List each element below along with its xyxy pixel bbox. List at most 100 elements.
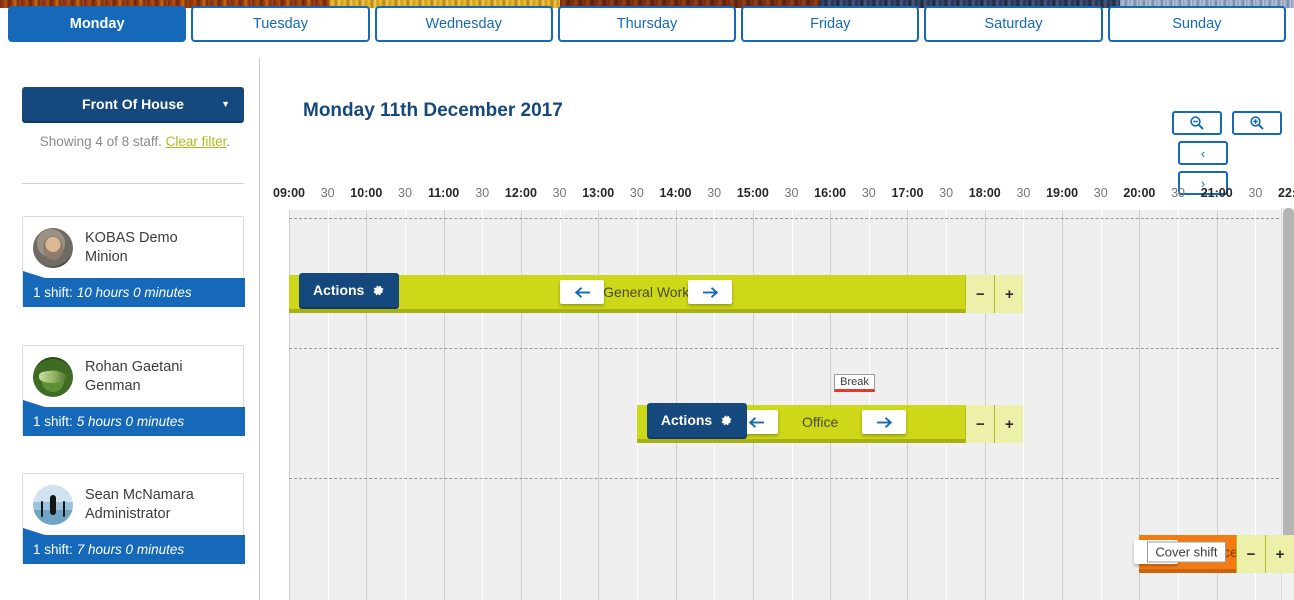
ruler-hour-label: 13:00 — [582, 186, 614, 200]
avatar — [33, 485, 73, 525]
shift-bar[interactable]: ActionsOffice−+ — [637, 405, 1024, 443]
cover-shift-tag: Cover shift — [1147, 542, 1225, 563]
shift-actions-button[interactable]: Actions — [299, 273, 399, 307]
shift-actions-label: Actions — [313, 282, 364, 298]
tab-tuesday[interactable]: Tuesday — [191, 6, 369, 42]
department-filter-button[interactable]: Front Of House ▼ — [22, 87, 244, 121]
tab-label: Sunday — [1172, 16, 1221, 32]
ruler-half-hour-label: 30 — [1248, 186, 1262, 200]
staff-name: Rohan GaetaniGenman — [85, 358, 183, 396]
ruler-hour-label: 21:00 — [1201, 186, 1233, 200]
shift-length-stepper: −+ — [1236, 535, 1294, 573]
staff-card[interactable]: KOBAS DemoMinion 1 shift: 10 hours 0 minut… — [22, 216, 244, 306]
staff-shift-summary: 1 shift: 10 hours 0 minutes — [23, 278, 245, 307]
shift-decrease-button[interactable]: − — [965, 405, 994, 443]
zoom-in-button[interactable] — [1232, 111, 1282, 135]
ruler-hour-label: 16:00 — [814, 186, 846, 200]
ruler-half-hour-label: 30 — [785, 186, 799, 200]
chevron-left-icon: ‹ — [1201, 147, 1205, 160]
page-title: Monday 11th December 2017 — [303, 100, 563, 122]
magnifier-minus-icon — [1189, 115, 1205, 131]
staff-name-line2: Genman — [85, 377, 183, 396]
ruler-half-hour-label: 30 — [321, 186, 335, 200]
ruler-hour-label: 10:00 — [350, 186, 382, 200]
tab-label: Monday — [70, 16, 125, 32]
tab-label: Thursday — [617, 16, 677, 32]
ruler-hour-label: 14:00 — [660, 186, 692, 200]
tab-label: Tuesday — [253, 16, 308, 32]
shift-actions-button[interactable]: Actions — [647, 403, 747, 437]
avatar — [33, 357, 73, 397]
row-separator — [289, 348, 1294, 349]
ruler-half-hour-label: 30 — [398, 186, 412, 200]
ruler-half-hour-label: 30 — [630, 186, 644, 200]
tab-wednesday[interactable]: Wednesday — [375, 6, 553, 42]
shift-increase-button[interactable]: + — [994, 405, 1023, 443]
shift-nudge-left-button[interactable] — [560, 280, 604, 304]
sidebar-divider — [22, 183, 244, 184]
grid-line — [289, 210, 290, 600]
ruler-half-hour-label: 30 — [862, 186, 876, 200]
shift-hours-value: 10 hours 0 minutes — [77, 285, 192, 300]
staff-name-line1: Rohan Gaetani — [85, 358, 183, 377]
staff-name: KOBAS DemoMinion — [85, 229, 178, 267]
avatar — [33, 228, 73, 268]
arrow-left-icon — [748, 416, 765, 429]
tab-label: Friday — [810, 16, 850, 32]
grid-line — [405, 210, 406, 600]
shift-bar[interactable]: Cover shiftOffice−+ — [1139, 535, 1294, 573]
grid-line — [560, 210, 561, 600]
ruler-half-hour-label: 30 — [553, 186, 567, 200]
shift-decrease-button[interactable]: − — [965, 275, 994, 313]
shift-decrease-button[interactable]: − — [1236, 535, 1265, 573]
tab-friday[interactable]: Friday — [741, 6, 919, 42]
tab-label: Wednesday — [426, 16, 502, 32]
grid-line — [521, 210, 522, 600]
staff-name-line1: Sean McNamara — [85, 486, 194, 505]
staff-name-line2: Minion — [85, 248, 178, 267]
chevron-down-icon: ▼ — [221, 99, 230, 109]
ruler-half-hour-label: 30 — [475, 186, 489, 200]
staff-card[interactable]: Sean McNamaraAdministrator1 shift:7 hour… — [22, 473, 244, 563]
day-tabs: Monday Tuesday Wednesday Thursday Friday Satu… — [8, 6, 1286, 42]
gear-icon — [372, 284, 385, 297]
shift-increase-button[interactable]: + — [1265, 535, 1294, 573]
row-separator — [289, 218, 1294, 219]
shift-length-stepper: −+ — [965, 405, 1023, 443]
staff-sidebar: Front Of House ▼ Showing 4 of 8 staff. C… — [0, 58, 260, 600]
staff-card-header: Rohan GaetaniGenman — [23, 346, 243, 407]
shift-nudge-right-button[interactable] — [862, 410, 906, 434]
ruler-half-hour-label: 30 — [1094, 186, 1108, 200]
arrow-left-icon — [574, 286, 591, 299]
zoom-out-button[interactable] — [1172, 111, 1222, 135]
shift-increase-button[interactable]: + — [994, 275, 1023, 313]
tab-sunday[interactable]: Sunday — [1108, 6, 1286, 42]
arrow-right-icon — [876, 416, 893, 429]
ruler-hour-label: 11:00 — [428, 186, 459, 200]
grid-line — [1062, 210, 1063, 600]
staff-card[interactable]: Rohan GaetaniGenman1 shift:5 hours 0 min… — [22, 345, 244, 435]
ruler-half-hour-label: 30 — [939, 186, 953, 200]
tab-thursday[interactable]: Thursday — [558, 6, 736, 42]
magnifier-plus-icon — [1249, 115, 1265, 131]
rota-page: Monday Tuesday Wednesday Thursday Friday Satu… — [0, 0, 1294, 600]
shift-bar[interactable]: ActionsGeneral Work−+ — [289, 275, 1023, 313]
clear-filter-link[interactable]: Clear filter — [166, 134, 227, 149]
prev-button[interactable]: ‹ — [1178, 141, 1228, 165]
grid-line — [598, 210, 599, 600]
arrow-right-icon — [702, 286, 719, 299]
tab-saturday[interactable]: Saturday — [924, 6, 1102, 42]
tab-monday[interactable]: Monday — [8, 6, 186, 42]
staff-name: Sean McNamaraAdministrator — [85, 486, 194, 524]
break-badge[interactable]: Break — [834, 374, 875, 392]
grid-line — [1101, 210, 1102, 600]
shift-hours-value: 7 hours 0 minutes — [77, 542, 184, 557]
row-separator — [289, 478, 1294, 479]
ruler-hour-label: 15:00 — [737, 186, 769, 200]
staff-filter-count: Showing 4 of 8 staff. — [40, 134, 166, 149]
shift-count-label: 1 shift: — [33, 285, 73, 300]
shift-nudge-right-button[interactable] — [688, 280, 732, 304]
rota-grid: ActionsGeneral Work−+ Break ActionsOffice−… — [289, 210, 1294, 600]
scrollbar-thumb[interactable] — [1283, 208, 1294, 568]
timeline-ruler: 09:003010:003011:003012:003013:003014:00… — [261, 186, 1294, 206]
